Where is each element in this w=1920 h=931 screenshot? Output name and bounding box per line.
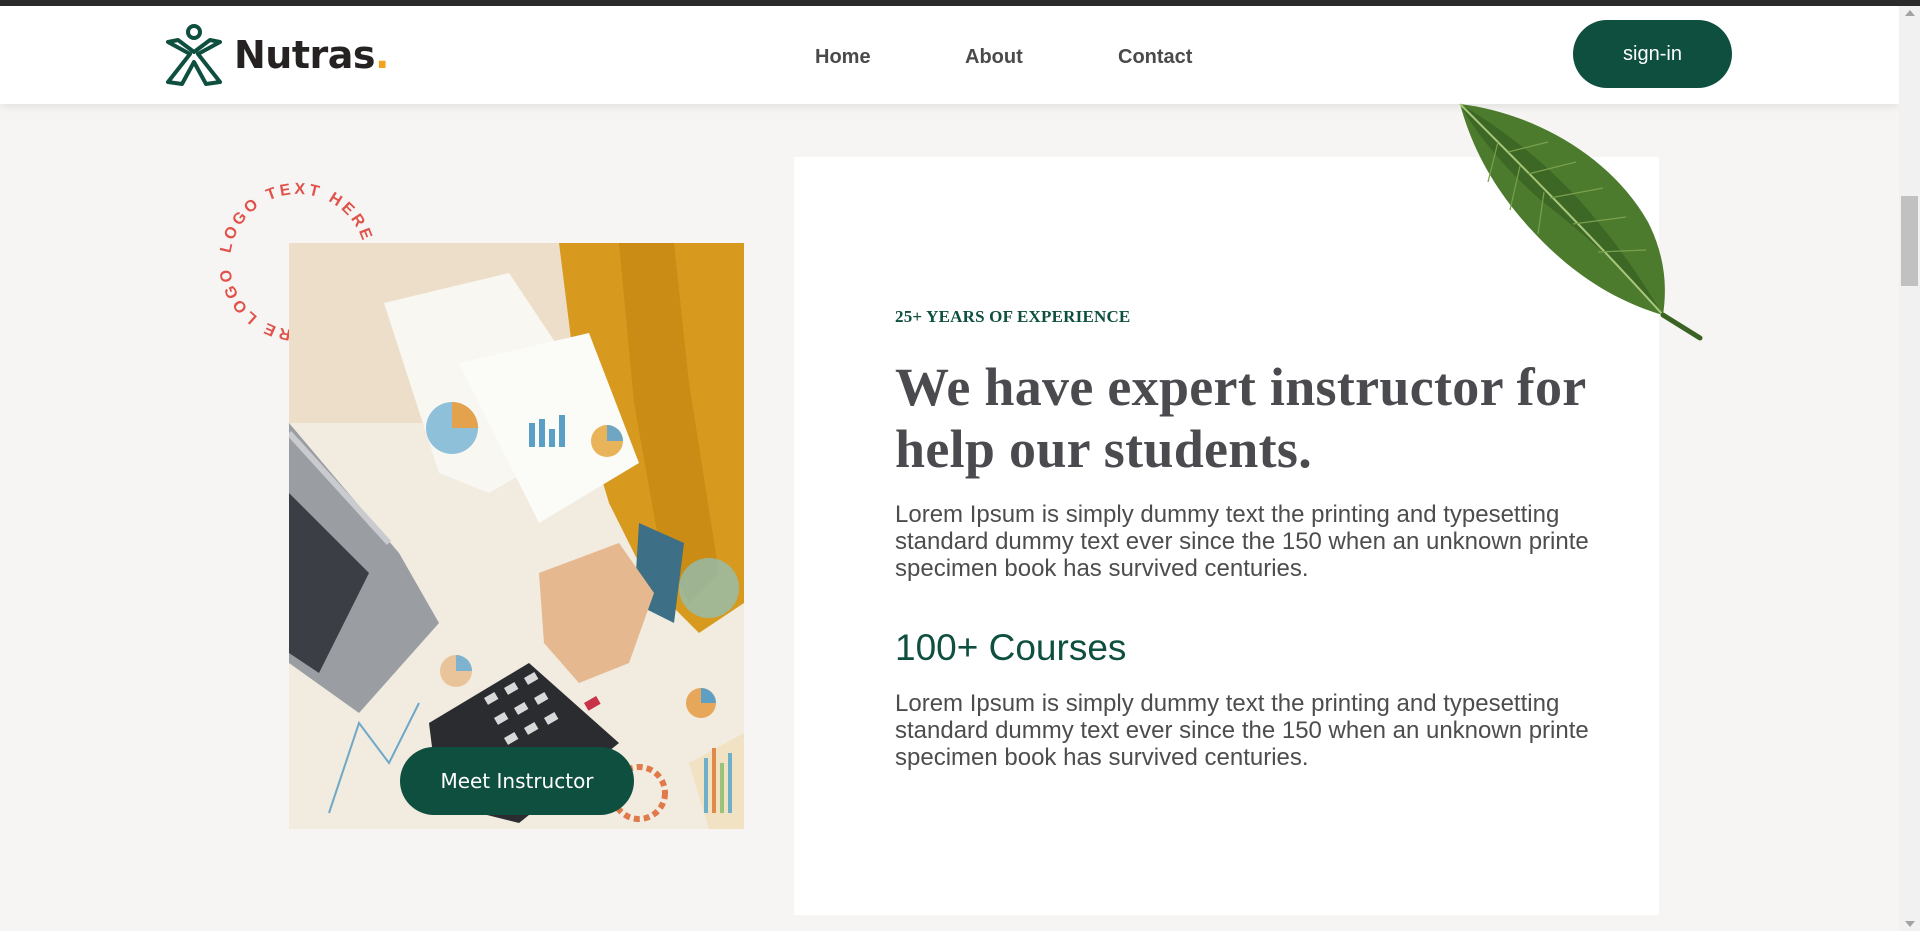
brand-name: Nutras. [234,33,389,77]
leaf-decoration-icon [1459,103,1703,341]
courses-paragraph: Lorem Ipsum is simply dummy text the pri… [895,690,1589,771]
photo-illustration [289,243,744,829]
scroll-down-arrow-icon[interactable] [1905,921,1915,927]
intro-paragraph: Lorem Ipsum is simply dummy text the pri… [895,501,1589,582]
nav-about-link[interactable]: About [965,46,1023,69]
instructor-photo [289,243,744,829]
nav-contact-link[interactable]: Contact [1118,46,1192,69]
meet-instructor-button[interactable]: Meet Instructor [400,747,634,815]
logo-icon [166,24,222,86]
scroll-up-arrow-icon[interactable] [1905,10,1915,16]
nav-home-link[interactable]: Home [815,46,871,69]
page-scrollbar[interactable] [1899,6,1920,931]
brand-logo[interactable]: Nutras. [164,24,389,86]
experience-eyebrow: 25+ YEARS OF EXPERIENCE [895,307,1131,326]
sign-in-button[interactable]: sign-in [1573,20,1732,88]
courses-heading: 100+ Courses [895,627,1127,668]
scroll-thumb[interactable] [1901,196,1918,286]
section-headline: We have expert instructor for help our s… [895,357,1586,479]
site-header: Nutras. Home About Contact sign-in [0,6,1899,104]
